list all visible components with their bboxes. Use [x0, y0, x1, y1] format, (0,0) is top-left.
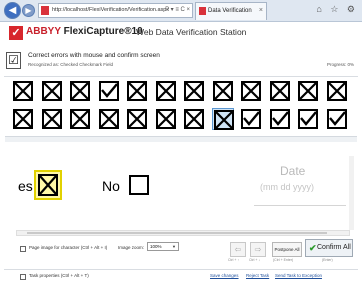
forward-button[interactable]: ▶ — [22, 4, 35, 17]
confirm-label: Confirm All — [317, 244, 351, 251]
footer: Task properties (Ctrl + Alt + T) Save ch… — [0, 272, 362, 284]
field-vertical-scrollbar[interactable] — [349, 156, 354, 230]
cross-mark-cell[interactable] — [326, 80, 348, 102]
confirm-check-icon: ✔ — [309, 243, 317, 253]
cross-mark-cell[interactable] — [155, 80, 177, 102]
cross-mark-cell[interactable] — [69, 80, 91, 102]
cross-mark-cell[interactable] — [155, 108, 177, 130]
confirm-all-button[interactable]: ✔ Confirm All — [305, 239, 353, 257]
back-button[interactable]: ◀ — [4, 2, 21, 19]
task-subtitle: Recognized as: Checked Checkmark Field — [28, 62, 114, 67]
zoom-value: 100% — [150, 244, 162, 249]
browser-chrome: ◀ ▶ http://localhost/FlexiVerification/V… — [0, 0, 362, 22]
abbyy-logo-icon: ✓ — [9, 26, 23, 40]
checkmark-field-icon: ☑ — [6, 52, 21, 69]
tab-icon — [199, 7, 206, 15]
tick-mark-cell[interactable] — [98, 80, 120, 102]
empty-checkbox[interactable] — [129, 175, 149, 195]
address-text: http://localhost/FlexiVerification/Verif… — [52, 7, 170, 13]
no-label: No — [102, 178, 120, 194]
tick-mark-cell[interactable] — [297, 108, 319, 130]
reject-task-link[interactable]: Reject Task — [246, 273, 269, 278]
task-properties-checkbox[interactable] — [20, 274, 26, 280]
next-button[interactable]: ⇨ — [250, 242, 266, 257]
task-title: Correct errors with mouse and confirm sc… — [28, 52, 160, 59]
tick-mark-cell[interactable] — [269, 108, 291, 130]
field-image: es No Date (mm dd yyyy) — [16, 156, 346, 228]
app-header: ✓ ABBYY FlexiCapture®10 Web Data Verific… — [0, 22, 362, 44]
tick-mark-cell[interactable] — [240, 108, 262, 130]
image-zoom-label: Image zoom: — [118, 245, 145, 250]
site-icon — [41, 6, 49, 15]
task-header: ☑ Correct errors with mouse and confirm … — [6, 52, 356, 76]
divider — [4, 269, 358, 270]
postpone-all-button[interactable]: Postpone All — [272, 242, 302, 257]
date-underline — [254, 205, 346, 206]
cross-mark-cell[interactable] — [69, 108, 91, 130]
cross-mark-cell[interactable] — [12, 108, 34, 130]
brand-name: ABBYY FlexiCapture®10 — [26, 26, 143, 37]
next-hotkey: Ctrl + ↓ — [249, 258, 261, 262]
cross-mark-cell[interactable] — [12, 80, 34, 102]
cross-mark-cell[interactable] — [41, 108, 63, 130]
cross-mark-cell[interactable] — [41, 80, 63, 102]
confirm-hotkey: (Enter) — [322, 258, 333, 262]
cross-mark-cell[interactable] — [240, 80, 262, 102]
page-image-label: Page image for character (Ctrl + Alt + I… — [29, 245, 108, 250]
cross-mark-cell[interactable] — [183, 108, 205, 130]
chevron-down-icon: ▼ — [172, 244, 176, 249]
cross-mark-cell[interactable] — [297, 80, 319, 102]
image-zoom-select[interactable]: 100% ▼ — [147, 242, 179, 251]
cross-mark-cell[interactable] — [98, 108, 120, 130]
tab-title: Data Verification — [208, 8, 252, 14]
yes-fragment: es — [18, 178, 33, 194]
address-tools[interactable]: P ▾ ≡ C × — [165, 4, 190, 17]
date-label: Date — [280, 164, 306, 178]
tick-mark-cell[interactable] — [326, 108, 348, 130]
highlighted-checkbox[interactable] — [34, 170, 62, 200]
field-horizontal-scrollbar[interactable] — [16, 230, 350, 236]
cross-mark-cell[interactable] — [126, 108, 148, 130]
task-properties-label[interactable]: Task properties (Ctrl + Alt + T) — [29, 273, 89, 278]
previous-hotkey: Ctrl + ↑ — [228, 258, 240, 262]
address-bar[interactable]: http://localhost/FlexiVerification/Verif… — [38, 3, 193, 18]
cross-mark-cell[interactable] — [269, 80, 291, 102]
station-title: Web Data Verification Station — [136, 27, 247, 37]
browser-tab[interactable]: Data Verification × — [195, 2, 267, 20]
divider — [4, 76, 358, 77]
scroll-thumb[interactable] — [27, 232, 327, 234]
send-to-exception-link[interactable]: Send Task to Exception — [275, 273, 322, 278]
cross-mark-icon — [38, 174, 58, 196]
cross-mark-cell[interactable] — [211, 108, 234, 130]
cross-mark-cell[interactable] — [212, 80, 234, 102]
cross-mark-cell[interactable] — [183, 80, 205, 102]
bottom-toolbar: Page image for character (Ctrl + Alt + I… — [0, 238, 362, 272]
grid-scrollbar[interactable] — [5, 136, 357, 142]
previous-button[interactable]: ⇦ — [230, 242, 246, 257]
progress-text: Progress: 0% — [326, 62, 354, 67]
date-hint: (mm dd yyyy) — [260, 182, 314, 192]
cross-mark-cell[interactable] — [126, 80, 148, 102]
page-image-checkbox[interactable] — [20, 246, 26, 252]
tab-close-icon[interactable]: × — [259, 3, 263, 19]
save-changes-link[interactable]: Save changes — [210, 273, 239, 278]
postpone-hotkey: (Ctrl + Enter) — [273, 258, 294, 262]
window-tools[interactable]: ⌂ ☆ ⚙ — [316, 4, 358, 15]
